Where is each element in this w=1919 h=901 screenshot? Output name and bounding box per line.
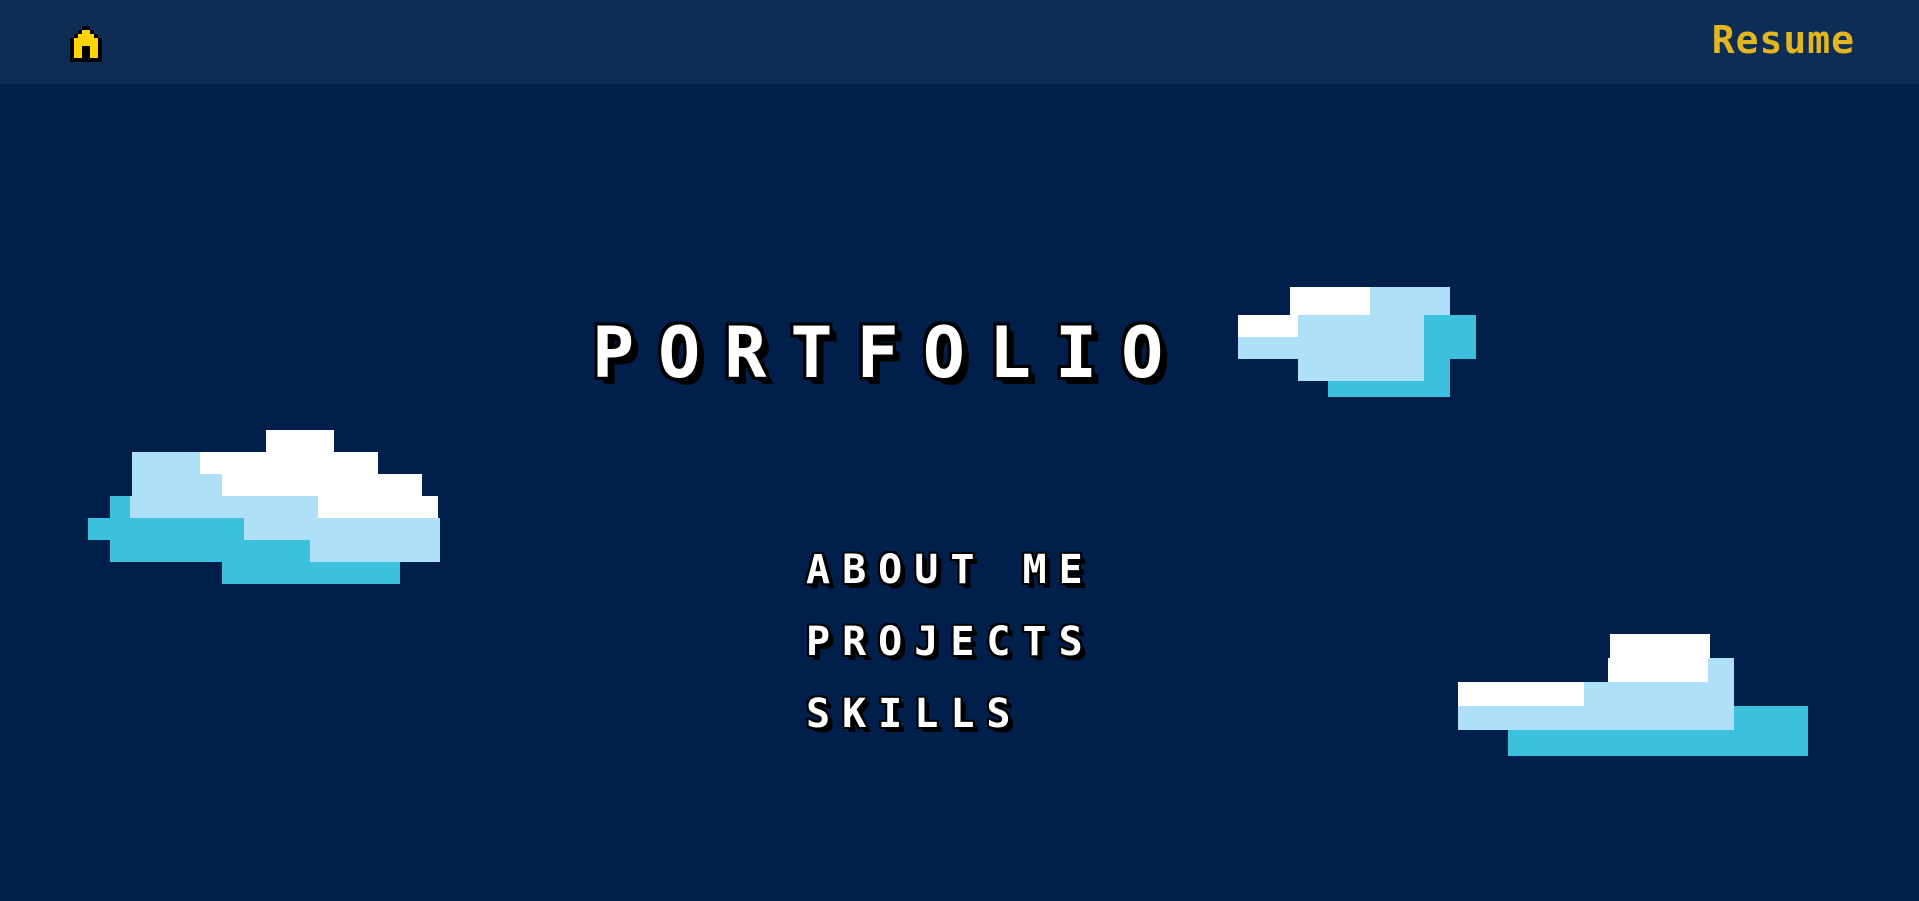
home-icon — [70, 26, 102, 62]
menu-item-projects: PROJECTS — [806, 612, 1095, 684]
skills-link[interactable]: SKILLS — [806, 691, 1023, 737]
about-me-link[interactable]: ABOUT ME — [806, 547, 1095, 593]
main-menu: ABOUT ME PROJECTS SKILLS — [806, 540, 1095, 756]
portfolio-page: Resume PORTFOLIO ABOUT ME PROJECTS SKILL… — [0, 0, 1919, 901]
home-button[interactable] — [68, 24, 104, 62]
cloud-left — [88, 430, 440, 584]
cloud-bottom-right — [1458, 634, 1808, 756]
top-nav-bar: Resume — [0, 0, 1919, 84]
menu-item-skills: SKILLS — [806, 684, 1095, 756]
projects-link[interactable]: PROJECTS — [806, 619, 1095, 665]
page-title: PORTFOLIO — [592, 312, 1188, 394]
resume-link[interactable]: Resume — [1712, 18, 1855, 62]
menu-item-about: ABOUT ME — [806, 540, 1095, 612]
